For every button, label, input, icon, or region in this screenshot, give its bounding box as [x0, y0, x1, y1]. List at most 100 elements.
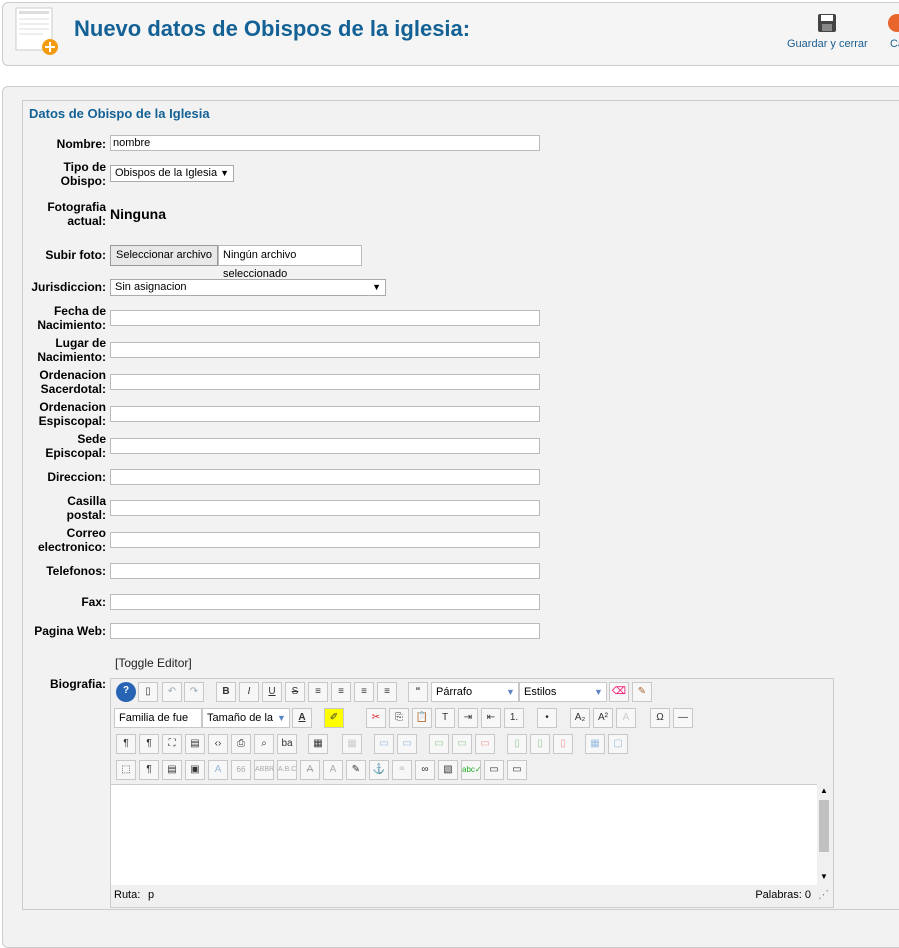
correo-input[interactable] [110, 532, 540, 548]
image-icon[interactable]: ▧ [438, 760, 458, 780]
delete-col-icon[interactable]: ▯ [553, 734, 573, 754]
indent-icon[interactable]: ⇥ [458, 708, 478, 728]
resize-handle-icon[interactable]: ⋰ [818, 885, 829, 905]
align-justify-icon[interactable]: ≡ [308, 682, 328, 702]
strikethrough-icon[interactable]: S [285, 682, 305, 702]
cite-icon[interactable]: 66 [231, 760, 251, 780]
pagebreak-icon[interactable]: ▣ [185, 760, 205, 780]
toggle-editor-link[interactable]: [Toggle Editor] [115, 656, 192, 670]
ord-epi-input[interactable] [110, 406, 540, 422]
direccion-input[interactable] [110, 469, 540, 485]
replace-icon[interactable]: ba [277, 734, 297, 754]
copy-icon[interactable]: ⎘ [389, 708, 409, 728]
align-right-icon[interactable]: ≡ [377, 682, 397, 702]
spellcheck-icon[interactable]: abc✓ [461, 760, 482, 780]
scroll-thumb[interactable] [819, 800, 829, 852]
styles-select[interactable]: Estilos ▼ [519, 682, 607, 702]
col-after-icon[interactable]: ▯ [530, 734, 550, 754]
show-blocks-icon[interactable]: ¶ [139, 760, 159, 780]
fecha-input[interactable] [110, 310, 540, 326]
subscript-icon[interactable]: A₂ [570, 708, 590, 728]
table-row-props-icon[interactable]: ▭ [374, 734, 394, 754]
path-label: Ruta: [114, 889, 141, 901]
ins-icon[interactable]: A [323, 760, 343, 780]
style-icon[interactable]: A [208, 760, 228, 780]
editor-scrollbar[interactable]: ▲ ▼ [817, 784, 831, 884]
underline-icon[interactable]: U [262, 682, 282, 702]
highlight-icon[interactable]: ✐ [324, 708, 344, 728]
file-select-button[interactable]: Seleccionar archivo [110, 245, 218, 266]
paste-icon[interactable]: 📋 [412, 708, 432, 728]
undo-icon[interactable]: ↶ [162, 682, 182, 702]
editor-row-2: Familia de fue Tamaño de la ▼ A ✐ ✂ ⎘ 📋 T… [114, 708, 830, 730]
cut-icon[interactable]: ✂ [366, 708, 386, 728]
table-icon[interactable]: ▦ [308, 734, 328, 754]
text-color-icon[interactable]: A [292, 708, 312, 728]
table-cell-props-icon[interactable]: ▭ [397, 734, 417, 754]
col-before-icon[interactable]: ▯ [507, 734, 527, 754]
outdent-icon[interactable]: ⇤ [481, 708, 501, 728]
iframe-icon[interactable]: ▭ [484, 760, 504, 780]
paste-text-icon[interactable]: T [435, 708, 455, 728]
blockquote-icon[interactable]: “ [408, 682, 428, 702]
sede-input[interactable] [110, 438, 540, 454]
horizontal-rule-icon[interactable]: — [673, 708, 693, 728]
font-color-disabled-icon[interactable]: A [616, 708, 636, 728]
cancel-button[interactable]: Ca [886, 12, 899, 50]
bullet-list-icon[interactable]: • [537, 708, 557, 728]
scroll-up-icon[interactable]: ▲ [820, 786, 828, 795]
superscript-icon[interactable]: A² [593, 708, 613, 728]
new-document-icon[interactable]: ▯ [138, 682, 158, 702]
italic-icon[interactable]: I [239, 682, 259, 702]
template-icon[interactable]: ▤ [162, 760, 182, 780]
tipo-select[interactable]: Obispos de la Iglesia ▼ [110, 165, 234, 182]
nombre-input[interactable]: nombre [110, 135, 540, 151]
eraser-icon[interactable]: ⌫ [609, 682, 629, 702]
special-char-icon[interactable]: Ω [650, 708, 670, 728]
code-icon[interactable]: ‹› [208, 734, 228, 754]
help-icon[interactable]: ? [116, 682, 136, 702]
row-after-icon[interactable]: ▭ [452, 734, 472, 754]
layer-icon[interactable]: ▭ [507, 760, 527, 780]
row-before-icon[interactable]: ▭ [429, 734, 449, 754]
editor-content-area[interactable] [111, 784, 817, 885]
anchor-icon[interactable]: ⚓ [369, 760, 389, 780]
acronym-icon[interactable]: A.B.C [277, 760, 297, 780]
preview-icon[interactable]: ▤ [185, 734, 205, 754]
fax-input[interactable] [110, 594, 540, 610]
cleanup-icon[interactable]: ✎ [632, 682, 652, 702]
link-icon[interactable]: ∞ [415, 760, 435, 780]
del-icon[interactable]: A [300, 760, 320, 780]
bold-icon[interactable]: B [216, 682, 236, 702]
casilla-input[interactable] [110, 500, 540, 516]
lugar-input[interactable] [110, 342, 540, 358]
split-cells-icon[interactable]: ▦ [585, 734, 605, 754]
telefonos-input[interactable] [110, 563, 540, 579]
align-center-icon[interactable]: ≡ [331, 682, 351, 702]
unlink-icon[interactable]: ⚭ [392, 760, 412, 780]
font-family-select[interactable]: Familia de fue [114, 708, 202, 728]
jurisdiccion-select[interactable]: Sin asignacion ▼ [110, 279, 386, 296]
web-input[interactable] [110, 623, 540, 639]
delete-table-icon[interactable]: ▦ [342, 734, 362, 754]
save-close-button[interactable]: Guardar y cerrar [787, 12, 868, 50]
format-select[interactable]: Párrafo ▼ [431, 682, 519, 702]
fullscreen-icon[interactable]: ⛶ [162, 734, 182, 754]
visual-aid-icon[interactable]: ⬚ [116, 760, 136, 780]
print-icon[interactable]: ⎙ [231, 734, 251, 754]
search-icon[interactable]: ⌕ [254, 734, 274, 754]
casilla-label: Casilla postal: [66, 494, 106, 522]
rtl-icon[interactable]: ¶ [139, 734, 159, 754]
scroll-down-icon[interactable]: ▼ [820, 872, 828, 881]
merge-cells-icon[interactable]: ▢ [608, 734, 628, 754]
font-size-select[interactable]: Tamaño de la ▼ [202, 708, 290, 728]
ordered-list-icon[interactable]: 1. [504, 708, 524, 728]
abbr-icon[interactable]: ABBR [254, 760, 274, 780]
ltr-icon[interactable]: ¶ [116, 734, 136, 754]
redo-icon[interactable]: ↷ [184, 682, 204, 702]
align-left-icon[interactable]: ≡ [354, 682, 374, 702]
path-value[interactable]: p [148, 885, 154, 905]
ord-sac-input[interactable] [110, 374, 540, 390]
attributes-icon[interactable]: ✎ [346, 760, 366, 780]
delete-row-icon[interactable]: ▭ [475, 734, 495, 754]
